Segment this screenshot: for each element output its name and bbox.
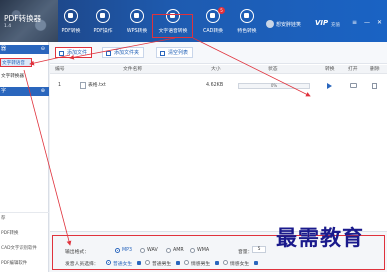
progress-text: 0% — [270, 83, 278, 88]
app-version: 1.4 — [4, 24, 12, 29]
voice-emotional-male-label[interactable]: 情感男生 — [191, 260, 210, 267]
pdf-convert-icon — [64, 9, 78, 23]
notification-badge: 5 — [218, 7, 225, 14]
recommend-item-pdf[interactable]: PDF转换 — [1, 230, 18, 236]
table-header: 编号 文件名称 大小 状态 转换 打开 删除 — [50, 65, 387, 74]
format-wma-radio[interactable] — [190, 248, 195, 253]
volume-label: 音量： — [238, 250, 253, 255]
special-icon — [240, 9, 254, 23]
voice-emotional-male-radio[interactable] — [184, 260, 189, 265]
format-mp3-label[interactable]: MP3 — [122, 248, 132, 253]
close-icon[interactable]: ✕ — [377, 19, 382, 26]
col-convert: 转换 — [325, 67, 335, 72]
speaker-icon[interactable] — [254, 261, 258, 265]
speaker-icon[interactable] — [215, 261, 219, 265]
speaker-icon[interactable] — [137, 261, 141, 265]
toolbar: 添加文件 添加文件夹 清空列表 — [50, 42, 387, 64]
pdf-operate-icon — [96, 9, 110, 23]
delete-icon[interactable] — [372, 83, 377, 89]
output-format-label: 输出格式： — [65, 250, 89, 255]
menu-icon[interactable]: ≡ — [352, 19, 357, 26]
user-name[interactable]: 想安胖娃笑 — [276, 21, 301, 28]
recommend-heading: 荐 — [1, 216, 6, 221]
col-name: 文件名称 — [123, 67, 143, 72]
clear-list-button[interactable]: 清空列表 — [156, 47, 194, 58]
voice-normal-female-radio[interactable] — [106, 260, 111, 265]
wps-icon — [130, 9, 144, 23]
add-folder-button[interactable]: 添加文件夹 — [102, 47, 145, 58]
sidebar-item-text-converter[interactable]: 文字转换器 — [0, 72, 49, 81]
voice-normal-female-label[interactable]: 普通女生 — [113, 260, 132, 267]
speaker-icon[interactable] — [176, 261, 180, 265]
recommend-item-pdf-edit[interactable]: PDF编辑软件 — [1, 260, 27, 266]
format-amr-label[interactable]: AMR — [173, 248, 184, 253]
row-size: 4.62KB — [206, 83, 224, 88]
sidebar-group-text[interactable]: 字 ⊕ — [0, 87, 49, 96]
voice-normal-male-radio[interactable] — [145, 260, 150, 265]
format-wav-radio[interactable] — [140, 248, 145, 253]
col-status: 状态 — [268, 67, 278, 72]
sidebar-item-text-to-speech[interactable]: 文字转语音 — [0, 58, 32, 67]
expand-icon: ⊕ — [40, 88, 45, 94]
col-open: 打开 — [348, 67, 358, 72]
add-folder-icon — [106, 51, 111, 56]
conversion-progress: 0% — [238, 83, 310, 89]
active-nav-highlight — [152, 14, 193, 38]
format-wma-label[interactable]: WMA — [197, 248, 209, 253]
title-bar: PDF转换器 1.4 PDF转换 PDF操作 WPS转换 文字语音转换 5 CA… — [0, 0, 387, 42]
watermark: 最需教育 — [276, 225, 364, 250]
app-title: PDF转换器 — [4, 14, 42, 23]
nav-pdf-operate[interactable]: PDF操作 — [86, 6, 120, 38]
vip-label[interactable]: VIP — [315, 19, 328, 27]
folder-icon[interactable] — [350, 83, 357, 88]
sidebar-group-converter[interactable]: 器 ⊖ — [0, 45, 49, 54]
voice-emotional-female-label[interactable]: 情感女生 — [230, 260, 249, 267]
format-amr-radio[interactable] — [166, 248, 171, 253]
row-index: 1 — [58, 83, 62, 88]
vip-recharge[interactable]: 充值 — [331, 22, 340, 28]
nav-pdf-convert[interactable]: PDF转换 — [54, 6, 88, 38]
add-file-button[interactable]: 添加文件 — [55, 47, 93, 58]
volume-stepper[interactable]: 5 — [252, 246, 266, 253]
col-index: 编号 — [55, 67, 65, 72]
voice-label: 发音人员选择： — [65, 262, 99, 267]
nav-special-convert[interactable]: 特色转换 — [230, 6, 264, 38]
play-icon[interactable] — [327, 83, 332, 89]
add-file-icon — [59, 51, 64, 56]
row-file-name: 表格.txt — [88, 83, 106, 88]
clear-icon — [160, 51, 165, 56]
format-wav-label[interactable]: WAV — [147, 248, 158, 253]
collapse-icon: ⊖ — [40, 46, 45, 52]
voice-emotional-female-radio[interactable] — [223, 260, 228, 265]
nav-cad-convert[interactable]: 5 CAD转换 — [196, 6, 230, 38]
recommend-item-cad[interactable]: CAD文字识别软件 — [1, 245, 37, 251]
txt-file-icon — [80, 82, 86, 89]
divider — [0, 212, 49, 213]
col-size: 大小 — [211, 67, 221, 72]
voice-normal-male-label[interactable]: 普通男生 — [152, 260, 171, 267]
nav-wps-convert[interactable]: WPS转换 — [120, 6, 154, 38]
table-row[interactable]: 1 表格.txt 4.62KB 0% — [50, 80, 387, 92]
format-mp3-radio[interactable] — [115, 248, 120, 253]
avatar[interactable] — [266, 20, 274, 28]
sidebar: 器 ⊖ 文字转语音 文字转换器 字 ⊕ 荐 PDF转换 CAD文字识别软件 PD… — [0, 42, 49, 272]
minimize-icon[interactable]: — — [364, 19, 370, 26]
col-delete: 删除 — [370, 67, 380, 72]
